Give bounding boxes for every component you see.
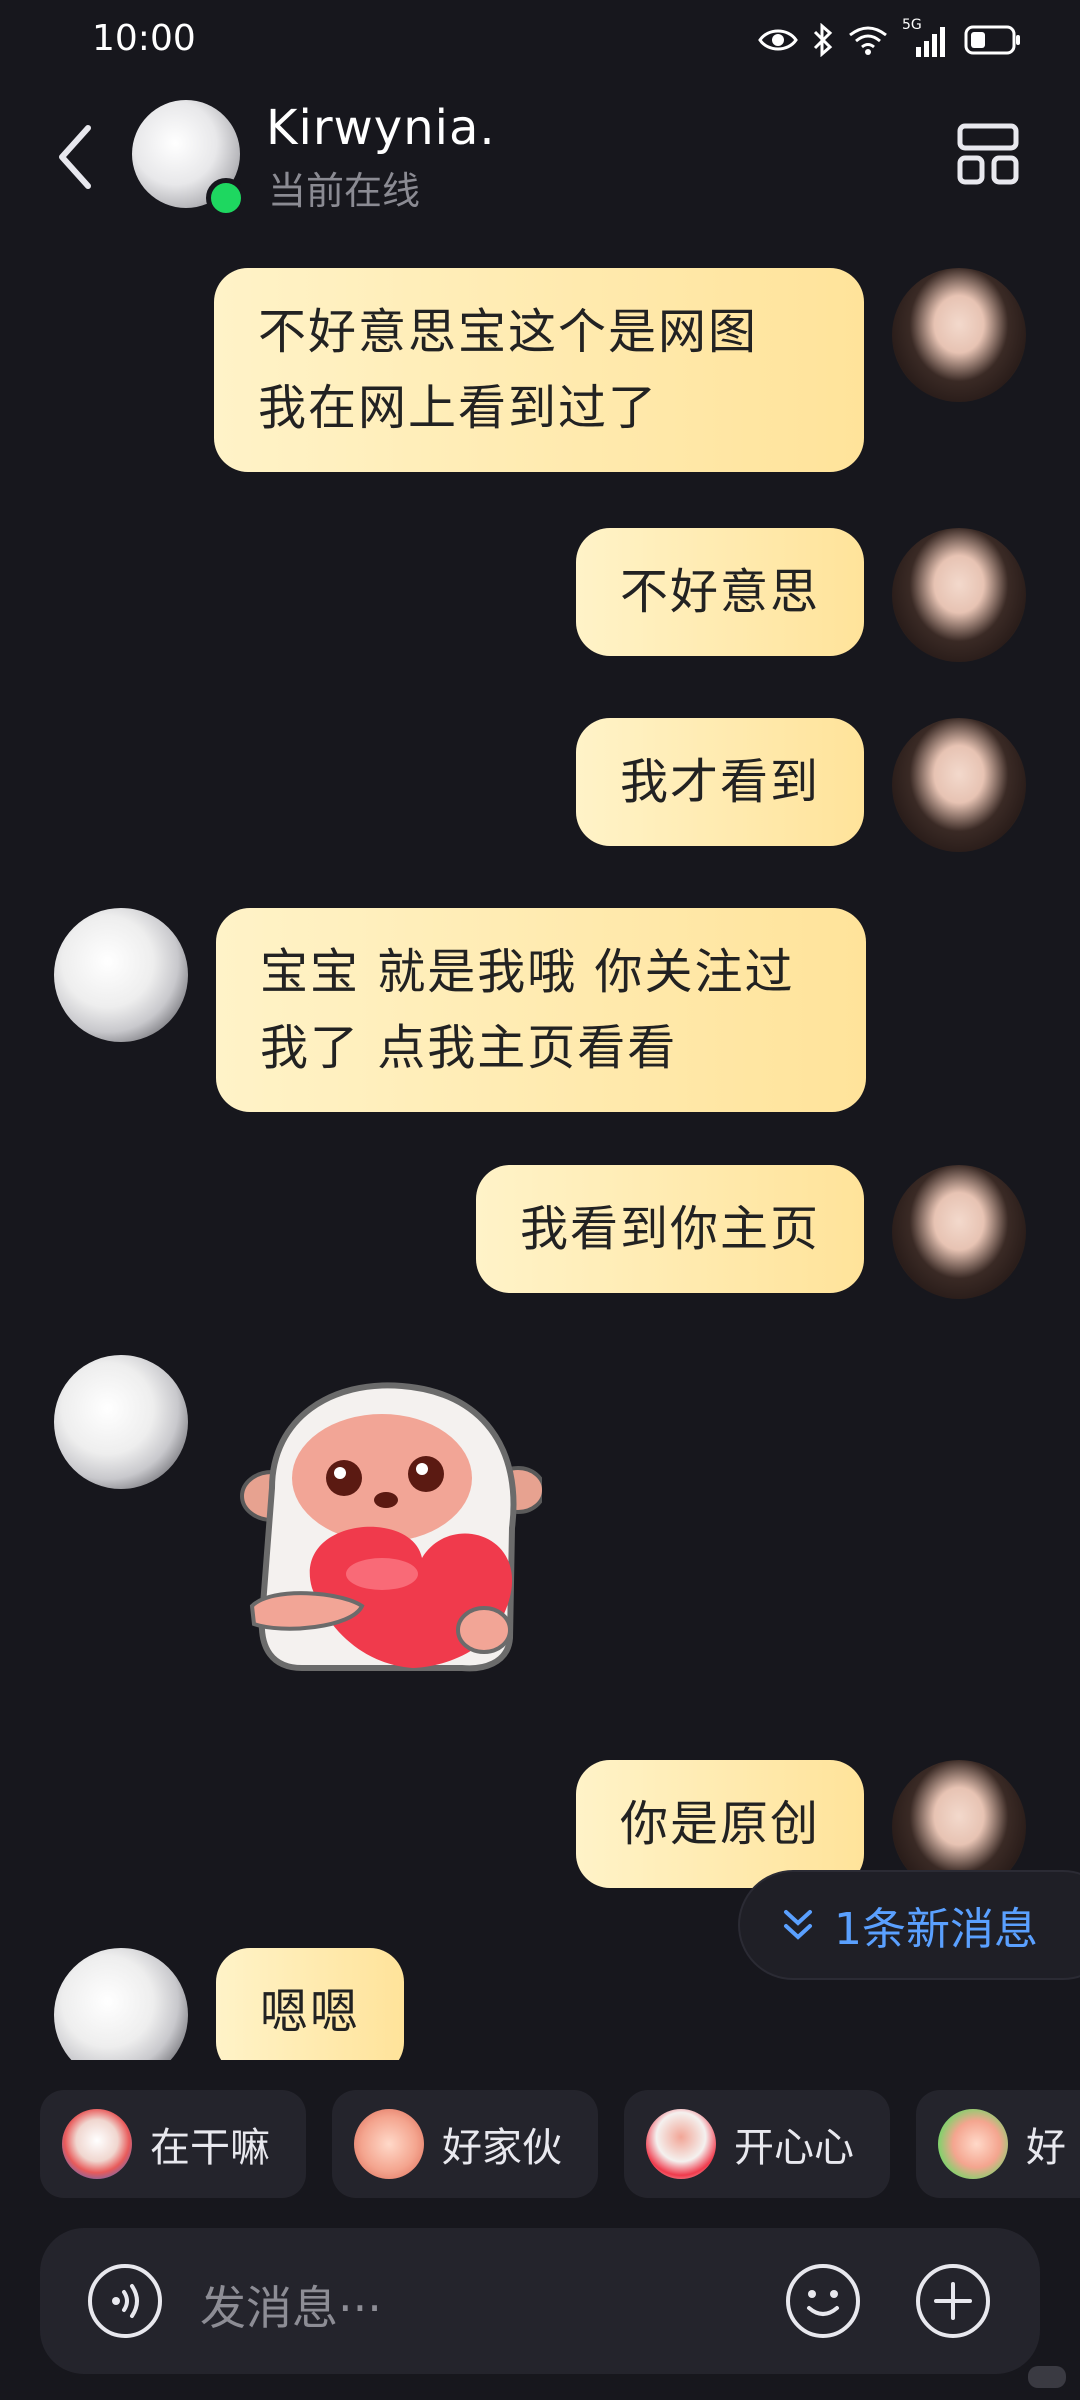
message-line: 嗯嗯 (260, 1984, 361, 2040)
message-bubble[interactable]: 我才看到 (575, 718, 864, 846)
battery-icon (964, 25, 1020, 55)
quick-reply-chip[interactable]: 好 (916, 2090, 1080, 2198)
contact-message-avatar[interactable] (54, 1355, 188, 1489)
quick-reply-chip[interactable]: 好家伙 (332, 2090, 598, 2198)
sticker-icon (646, 2109, 716, 2179)
double-chevron-down-icon (784, 1910, 812, 1940)
quick-reply-bar[interactable]: 在干嘛 好家伙 开心心 好 (0, 2090, 1080, 2200)
message-line: 我在网上看到过了 (258, 380, 659, 436)
message-bubble[interactable]: 不好意思宝这个是网图 我在网上看到过了 (214, 268, 864, 472)
status-icons: 5G (758, 17, 1022, 62)
eye-icon (758, 29, 798, 51)
chat-header: Kirwynia. 当前在线 (0, 80, 1080, 230)
quick-reply-label: 在干嘛 (150, 2125, 270, 2171)
my-avatar[interactable] (892, 268, 1026, 402)
quick-reply-chip[interactable]: 开心心 (624, 2090, 890, 2198)
contact-message-avatar[interactable] (54, 1948, 188, 2060)
message-bubble[interactable]: 宝宝 就是我哦 你关注过 我了 点我主页看看 (216, 908, 866, 1112)
back-arrow-icon[interactable] (52, 122, 100, 192)
sticker-icon (354, 2109, 424, 2179)
bluetooth-icon (813, 23, 833, 57)
quick-reply-label: 开心心 (734, 2125, 854, 2171)
quick-reply-label: 好 (1026, 2125, 1066, 2171)
message-line: 我才看到 (619, 754, 820, 810)
new-message-label: 1条新消息 (834, 1904, 1038, 1955)
quick-reply-label: 好家伙 (442, 2125, 562, 2171)
message-line: 不好意思 (619, 564, 820, 620)
signal-icon: 5G (902, 17, 950, 57)
my-avatar[interactable] (892, 528, 1026, 662)
status-time: 10:00 (92, 18, 196, 59)
message-line: 我了 点我主页看看 (260, 1020, 678, 1076)
plus-icon[interactable] (914, 2262, 992, 2340)
emoji-icon[interactable] (784, 2262, 862, 2340)
wifi-icon (849, 26, 887, 55)
message-line: 我看到你主页 (519, 1201, 820, 1257)
contact-message-avatar[interactable] (54, 908, 188, 1042)
message-input-bar: 发消息··· (40, 2228, 1040, 2374)
quick-reply-chip[interactable]: 在干嘛 (40, 2090, 306, 2198)
watermark-logo (1028, 2366, 1066, 2388)
message-bubble[interactable]: 不好意思 (575, 528, 864, 656)
message-line: 宝宝 就是我哦 你关注过 (260, 944, 795, 1000)
sticker-icon (938, 2109, 1008, 2179)
message-bubble[interactable]: 你是原创 (575, 1760, 864, 1888)
sticker-icon (62, 2109, 132, 2179)
online-indicator (206, 178, 246, 218)
message-list[interactable]: 不好意思宝这个是网图 我在网上看到过了 不好意思 我才看到 宝宝 就是我哦 你关… (0, 230, 1080, 2060)
contact-name[interactable]: Kirwynia. (266, 100, 496, 156)
voice-input-icon[interactable] (86, 2262, 164, 2340)
message-line: 你是原创 (619, 1796, 820, 1852)
chat-settings-icon[interactable] (956, 122, 1020, 186)
new-message-button[interactable]: 1条新消息 (738, 1870, 1080, 1980)
contact-status: 当前在线 (268, 169, 421, 213)
message-input[interactable]: 发消息··· (200, 2272, 382, 2338)
my-avatar[interactable] (892, 1165, 1026, 1299)
message-bubble[interactable]: 我看到你主页 (475, 1165, 864, 1293)
hug-heart-sticker-icon[interactable] (232, 1378, 542, 1678)
message-bubble[interactable]: 嗯嗯 (216, 1948, 405, 2060)
message-line: 不好意思宝这个是网图 (258, 304, 759, 360)
my-avatar[interactable] (892, 718, 1026, 852)
status-bar: 10:00 5G (0, 0, 1080, 80)
